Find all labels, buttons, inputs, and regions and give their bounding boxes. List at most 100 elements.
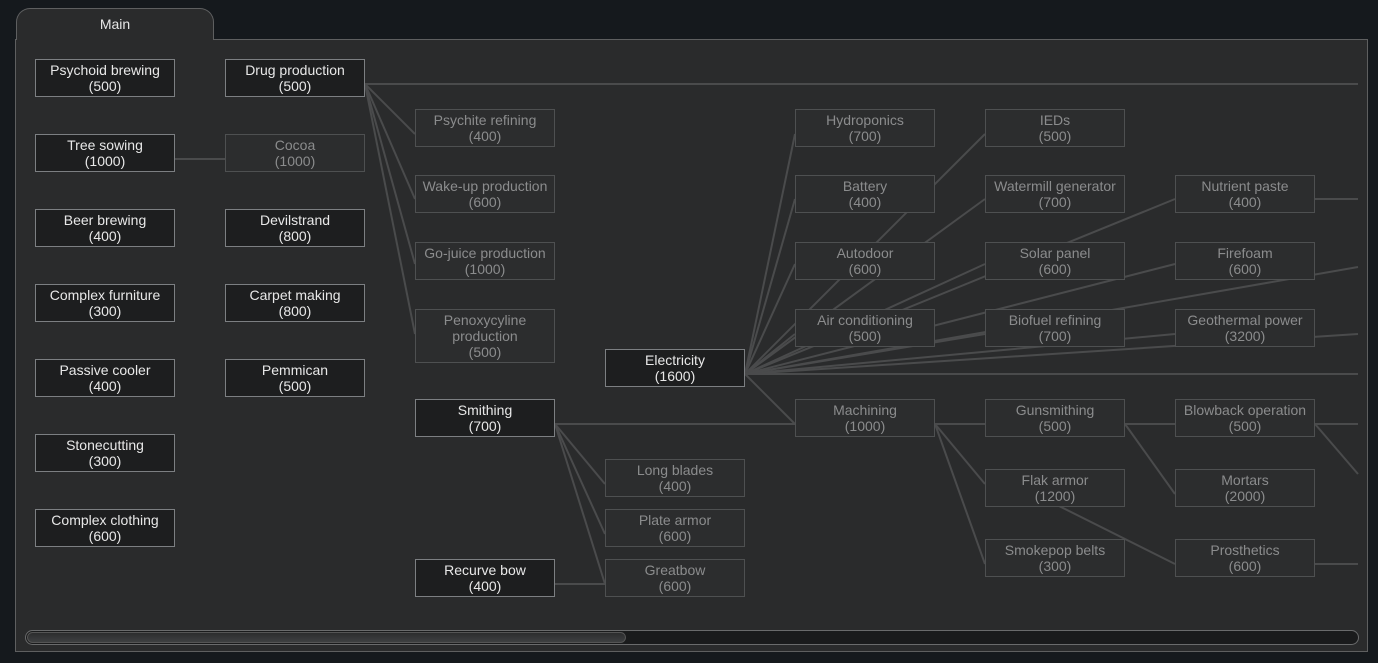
research-name: Biofuel refining: [1008, 312, 1102, 328]
horizontal-scrollbar[interactable]: [25, 630, 1359, 645]
research-name: Complex furniture: [49, 287, 161, 303]
research-name: Passive cooler: [59, 362, 151, 378]
research-electricity[interactable]: Electricity (1600): [605, 349, 745, 387]
research-name: Blowback operation: [1183, 402, 1307, 418]
research-name: Air conditioning: [817, 312, 913, 328]
research-name: Prosthetics: [1210, 542, 1280, 558]
research-name: Devilstrand: [259, 212, 331, 228]
research-tree-sowing[interactable]: Tree sowing (1000): [35, 134, 175, 172]
research-name: Hydroponics: [826, 112, 904, 128]
research-name: IEDs: [1039, 112, 1071, 128]
research-flak-armor[interactable]: Flak armor (1200): [985, 469, 1125, 507]
research-name: Drug production: [245, 62, 345, 78]
research-machining[interactable]: Machining (1000): [795, 399, 935, 437]
research-cost: (400): [468, 578, 502, 594]
research-name: Complex clothing: [51, 512, 159, 528]
research-name: Battery: [842, 178, 888, 194]
research-firefoam[interactable]: Firefoam (600): [1175, 242, 1315, 280]
research-name: Stonecutting: [66, 437, 144, 453]
research-watermill-generator[interactable]: Watermill generator (700): [985, 175, 1125, 213]
research-cost: (1200): [1034, 488, 1076, 504]
research-cost: (700): [1038, 194, 1072, 210]
research-cost: (500): [1038, 418, 1072, 434]
research-solar-panel[interactable]: Solar panel (600): [985, 242, 1125, 280]
research-cost: (700): [848, 128, 882, 144]
research-air-conditioning[interactable]: Air conditioning (500): [795, 309, 935, 347]
research-long-blades[interactable]: Long blades (400): [605, 459, 745, 497]
research-cost: (2000): [1224, 488, 1266, 504]
research-cost: (300): [88, 453, 122, 469]
research-cost: (700): [1038, 328, 1072, 344]
research-drug-production[interactable]: Drug production (500): [225, 59, 365, 97]
research-smokepop-belts[interactable]: Smokepop belts (300): [985, 539, 1125, 577]
research-cost: (400): [88, 378, 122, 394]
research-cost: (400): [468, 128, 502, 144]
research-smithing[interactable]: Smithing (700): [415, 399, 555, 437]
research-cost: (600): [468, 194, 502, 210]
research-cost: (1000): [274, 153, 316, 169]
research-gunsmithing[interactable]: Gunsmithing (500): [985, 399, 1125, 437]
research-devilstrand[interactable]: Devilstrand (800): [225, 209, 365, 247]
research-name: Psychite refining: [433, 112, 537, 128]
research-nutrient-paste[interactable]: Nutrient paste (400): [1175, 175, 1315, 213]
research-name: Geothermal power: [1187, 312, 1303, 328]
research-ieds[interactable]: IEDs (500): [985, 109, 1125, 147]
research-name: Wake-up production: [422, 178, 548, 194]
research-cost: (600): [658, 578, 692, 594]
research-cost: (1000): [844, 418, 886, 434]
research-recurve-bow[interactable]: Recurve bow (400): [415, 559, 555, 597]
research-name: Solar panel: [1019, 245, 1091, 261]
research-gojuice-production[interactable]: Go-juice production (1000): [415, 242, 555, 280]
research-cost: (400): [848, 194, 882, 210]
research-cost: (1600): [654, 368, 696, 384]
research-cost: (800): [278, 303, 312, 319]
research-battery[interactable]: Battery (400): [795, 175, 935, 213]
research-hydroponics[interactable]: Hydroponics (700): [795, 109, 935, 147]
research-autodoor[interactable]: Autodoor (600): [795, 242, 935, 280]
research-cost: (400): [88, 228, 122, 244]
research-name: Smokepop belts: [1004, 542, 1106, 558]
research-psychite-refining[interactable]: Psychite refining (400): [415, 109, 555, 147]
research-screen: Main Psychoid brewing (500) Tree sowing …: [0, 0, 1378, 663]
research-name: Psychoid brewing: [50, 62, 160, 78]
research-cost: (700): [468, 418, 502, 434]
research-name: Beer brewing: [63, 212, 147, 228]
research-name: Nutrient paste: [1201, 178, 1289, 194]
research-stonecutting[interactable]: Stonecutting (300): [35, 434, 175, 472]
tab-main[interactable]: Main: [16, 8, 214, 40]
research-psychoid-brewing[interactable]: Psychoid brewing (500): [35, 59, 175, 97]
research-cost: (400): [1228, 194, 1262, 210]
scrollbar-thumb[interactable]: [27, 632, 626, 643]
research-blowback-operation[interactable]: Blowback operation (500): [1175, 399, 1315, 437]
research-carpet-making[interactable]: Carpet making (800): [225, 284, 365, 322]
research-cost: (500): [1228, 418, 1262, 434]
research-complex-clothing[interactable]: Complex clothing (600): [35, 509, 175, 547]
research-cost: (500): [468, 344, 502, 360]
research-name: Plate armor: [638, 512, 712, 528]
research-cost: (600): [1038, 261, 1072, 277]
research-complex-furniture[interactable]: Complex furniture (300): [35, 284, 175, 322]
research-cocoa[interactable]: Cocoa (1000): [225, 134, 365, 172]
research-biofuel-refining[interactable]: Biofuel refining (700): [985, 309, 1125, 347]
research-prosthetics[interactable]: Prosthetics (600): [1175, 539, 1315, 577]
research-name: Watermill generator: [994, 178, 1116, 194]
research-pemmican[interactable]: Pemmican (500): [225, 359, 365, 397]
research-geothermal-power[interactable]: Geothermal power (3200): [1175, 309, 1315, 347]
research-beer-brewing[interactable]: Beer brewing (400): [35, 209, 175, 247]
research-cost: (1000): [84, 153, 126, 169]
research-passive-cooler[interactable]: Passive cooler (400): [35, 359, 175, 397]
research-mortars[interactable]: Mortars (2000): [1175, 469, 1315, 507]
research-plate-armor[interactable]: Plate armor (600): [605, 509, 745, 547]
research-penoxycyline-production[interactable]: Penoxycyline production (500): [415, 309, 555, 363]
research-name: Recurve bow: [444, 562, 526, 578]
research-name: Long blades: [636, 462, 714, 478]
research-cost: (600): [848, 261, 882, 277]
research-name: Go-juice production: [424, 245, 546, 261]
research-greatbow[interactable]: Greatbow (600): [605, 559, 745, 597]
research-cost: (300): [1038, 558, 1072, 574]
research-cost: (600): [658, 528, 692, 544]
research-name: Cocoa: [274, 137, 316, 153]
research-cost: (1000): [464, 261, 506, 277]
research-wakeup-production[interactable]: Wake-up production (600): [415, 175, 555, 213]
research-cost: (500): [278, 378, 312, 394]
